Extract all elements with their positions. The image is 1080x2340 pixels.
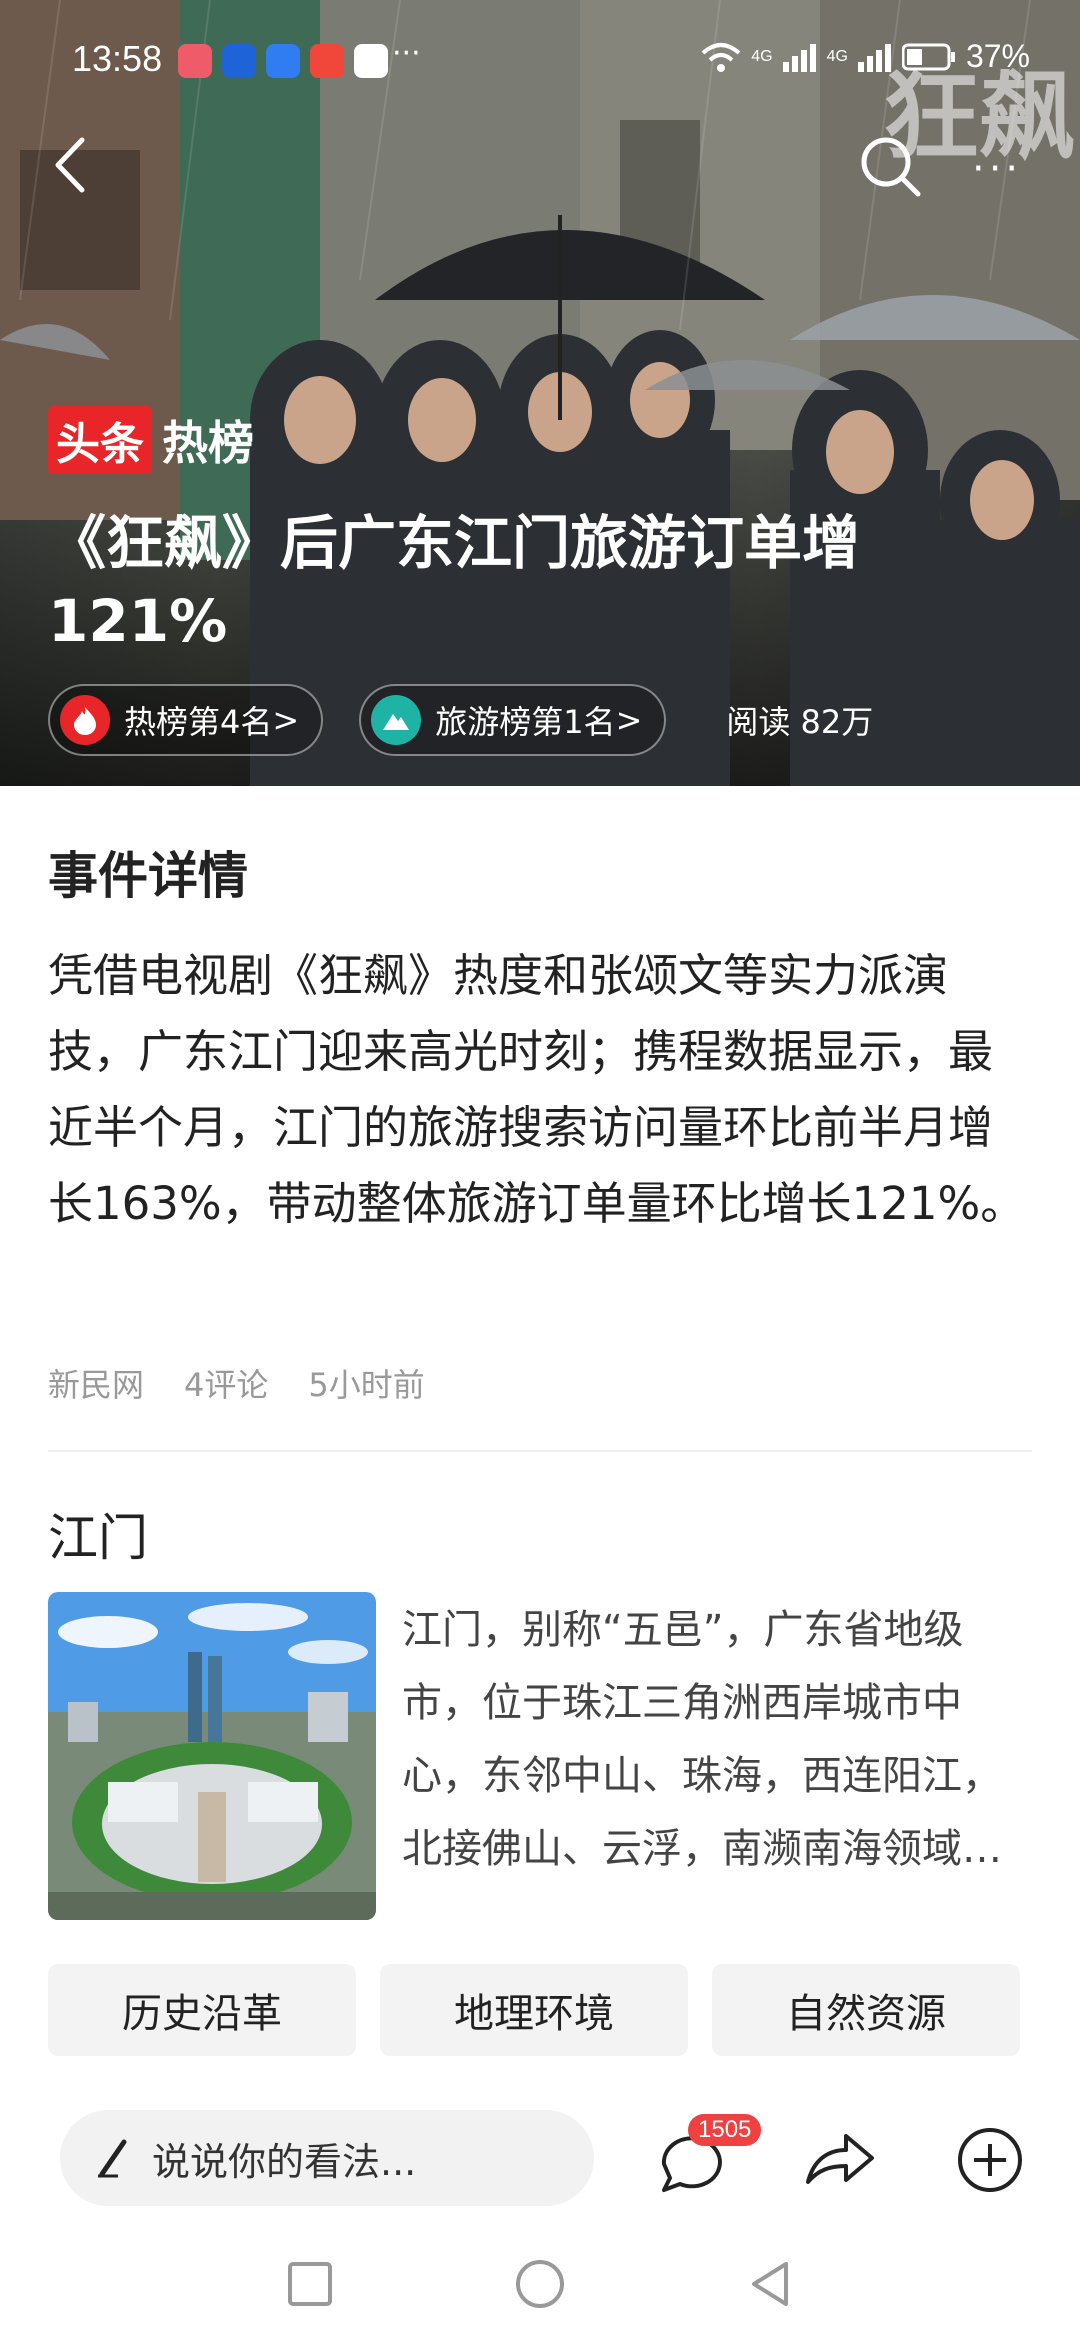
comment-toolbar: 说说你的看法... 1505: [0, 2090, 1080, 2220]
comment-count-meta[interactable]: 4评论: [184, 1360, 268, 1406]
chevron-right-icon: >: [615, 701, 643, 739]
more-options-icon[interactable]: ···: [972, 146, 1052, 192]
chip-history[interactable]: 历史沿革: [48, 1964, 356, 2056]
back-icon[interactable]: [40, 130, 100, 200]
search-icon[interactable]: [856, 132, 926, 202]
system-navigation-bar: [0, 2230, 1080, 2340]
back-nav-icon[interactable]: [740, 2254, 800, 2314]
battery-percent: 37%: [965, 38, 1030, 74]
status-indicators: 4G 4G 37%: [701, 38, 1030, 75]
network-label: 4G: [751, 47, 773, 65]
app-notification-icon: [310, 44, 344, 78]
comment-count-badge: 1505: [688, 2114, 762, 2146]
source-name[interactable]: 新民网: [48, 1360, 144, 1406]
mountain-icon: [371, 695, 422, 745]
city-description[interactable]: 江门，别称“五邑”，广东省地级市，位于珠江三角洲西岸城市中心，东邻中山、珠海，西…: [402, 1594, 1038, 1886]
travel-rank-tag[interactable]: 旅游榜第1名 >: [359, 684, 667, 756]
signal-icon: [782, 43, 816, 72]
chip-natural-resources[interactable]: 自然资源: [712, 1964, 1020, 2056]
status-more-icon: ···: [392, 36, 421, 71]
city-name[interactable]: 江门: [48, 1498, 148, 1570]
comment-input[interactable]: 说说你的看法...: [60, 2110, 594, 2206]
notification-icons: [178, 44, 388, 78]
city-topic-chips: 历史沿革 地理环境 自然资源: [48, 1964, 1020, 2056]
battery-icon: [901, 43, 955, 70]
home-icon[interactable]: [510, 2254, 570, 2314]
read-count: 阅读 82万: [726, 703, 874, 741]
add-icon[interactable]: [950, 2120, 1030, 2200]
hot-rank-label: 热榜第4名: [124, 703, 273, 741]
city-photo[interactable]: [48, 1592, 376, 1920]
chip-geography[interactable]: 地理环境: [380, 1964, 688, 2056]
event-details-heading: 事件详情: [48, 847, 248, 905]
app-notification-icon: [354, 44, 388, 78]
status-bar: 13:58 ··· 4G 4G 37%: [0, 0, 1080, 120]
app-notification-icon: [266, 44, 300, 78]
pen-icon: [98, 2139, 127, 2178]
network-label-2: 4G: [826, 47, 848, 65]
badge-prefix: 头条: [48, 406, 152, 474]
ranking-tags: 热榜第4名 > 旅游榜第1名 > 阅读 82万: [48, 684, 873, 756]
article-meta: 新民网 4评论 5小时前: [48, 1360, 425, 1406]
comment-placeholder: 说说你的看法...: [152, 2139, 417, 2184]
wifi-icon: [701, 42, 741, 72]
travel-rank-label: 旅游榜第1名: [435, 703, 616, 741]
flame-icon: [60, 695, 110, 745]
status-time: 13:58: [72, 38, 163, 79]
share-icon[interactable]: [800, 2120, 880, 2200]
signal-icon-2: [857, 43, 891, 72]
hot-rank-tag[interactable]: 热榜第4名 >: [48, 684, 324, 756]
event-details-body: 凭借电视剧《狂飙》热度和张颂文等实力派演技，广东江门迎来高光时刻；携程数据显示，…: [48, 949, 1026, 1230]
app-notification-icon: [178, 44, 212, 78]
recent-apps-icon[interactable]: [280, 2254, 340, 2314]
badge-suffix: 热榜: [162, 416, 254, 470]
hot-list-badge: 头条 热榜: [48, 406, 254, 474]
app-notification-icon: [222, 44, 256, 78]
section-divider: [48, 1450, 1032, 1452]
page-title: 《狂飙》后广东江门旅游订单增121%: [48, 509, 861, 655]
hero-banner: 狂飙 13:58 ··· 4G 4G 37% ··· 头条 热榜 《狂飙》后广东…: [0, 0, 1080, 786]
chevron-right-icon: >: [272, 701, 300, 739]
time-ago: 5小时前: [308, 1366, 425, 1404]
